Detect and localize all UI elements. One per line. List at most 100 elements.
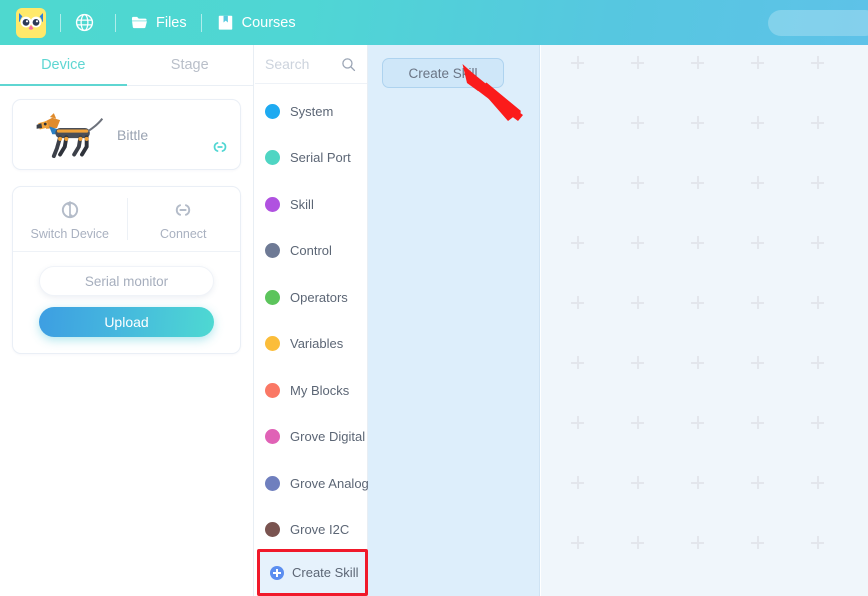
- canvas-grid-marker: [751, 416, 764, 429]
- category-color-dot: [265, 243, 280, 259]
- create-skill-button[interactable]: Create Skill: [382, 58, 504, 88]
- category-item-variables[interactable]: Variables: [255, 321, 367, 368]
- search-box[interactable]: [255, 45, 367, 84]
- header-item-globe[interactable]: [75, 0, 101, 45]
- plus-circle-icon: [270, 565, 284, 580]
- canvas-grid-marker: [571, 356, 584, 369]
- robot-dog-icon: [36, 112, 104, 158]
- header-divider-3: [200, 13, 202, 32]
- category-item-grove-analog[interactable]: Grove Analog: [255, 460, 369, 507]
- canvas-grid-marker: [691, 476, 704, 489]
- device-controls-row: Switch Device Connect: [13, 187, 240, 252]
- tab-stage-label: Stage: [170, 57, 209, 73]
- left-panel: Device Stage Bittle Switch Device Connec…: [0, 45, 254, 596]
- category-color-dot: [265, 336, 280, 352]
- category-item-label: Grove I2C: [290, 522, 350, 538]
- serial-monitor-label: Serial monitor: [84, 273, 169, 289]
- switch-device-label: Switch Device: [30, 227, 110, 241]
- category-item-label: Skill: [290, 196, 314, 212]
- canvas-grid-marker: [811, 476, 824, 489]
- tab-stage[interactable]: Stage: [127, 45, 254, 85]
- link-icon: [213, 142, 227, 152]
- category-item-grove-digital[interactable]: Grove Digital: [255, 414, 367, 461]
- block-palette-area: Create Skill: [368, 45, 540, 596]
- header-divider-1: [60, 13, 61, 32]
- serial-monitor-button[interactable]: Serial monitor: [39, 266, 214, 296]
- category-color-dot: [265, 475, 280, 491]
- category-color-dot: [265, 382, 280, 398]
- connect-button[interactable]: Connect: [126, 187, 241, 251]
- canvas-grid-marker: [631, 296, 644, 309]
- canvas-grid-marker: [811, 296, 824, 309]
- canvas-grid-marker: [811, 416, 824, 429]
- canvas-grid-marker: [751, 296, 764, 309]
- canvas-grid-marker: [571, 536, 584, 549]
- canvas-grid-marker: [751, 236, 764, 249]
- canvas-grid-marker: [811, 236, 824, 249]
- device-image: [21, 107, 107, 163]
- canvas-grid-marker: [631, 176, 644, 189]
- canvas-grid-marker: [631, 536, 644, 549]
- category-item-label: Control: [290, 243, 332, 259]
- canvas-grid-marker: [691, 356, 704, 369]
- canvas-grid-marker: [811, 56, 824, 69]
- canvas-grid-marker: [751, 356, 764, 369]
- app-window: Files Courses Device Stage Bittle Switch…: [0, 0, 868, 596]
- category-item-label: Variables: [290, 336, 344, 352]
- folder-icon: [131, 16, 147, 29]
- category-column: System Serial Port Skill Control Operators Va…: [255, 45, 369, 596]
- canvas-grid-marker: [751, 536, 764, 549]
- canvas-grid-marker: [571, 476, 584, 489]
- account-pill[interactable]: [768, 10, 868, 36]
- owl-logo[interactable]: [16, 7, 46, 38]
- swap-icon: [61, 201, 78, 219]
- canvas-grid-marker: [811, 356, 824, 369]
- category-item-label: Grove Analog: [290, 475, 369, 491]
- canvas-grid-marker: [571, 116, 584, 129]
- category-item-grove-i2c[interactable]: Grove I2C: [255, 507, 367, 554]
- panel-tabs: Device Stage: [0, 45, 253, 86]
- category-item-serial-port[interactable]: Serial Port: [255, 135, 367, 182]
- owl-logo-icon: [19, 12, 43, 35]
- canvas-grid-marker: [811, 116, 824, 129]
- tab-device-label: Device: [41, 57, 86, 73]
- canvas-grid-marker: [751, 476, 764, 489]
- upload-button[interactable]: Upload: [39, 307, 214, 337]
- device-card[interactable]: Bittle: [12, 99, 241, 170]
- search-icon[interactable]: [340, 56, 357, 73]
- canvas-grid-marker: [631, 356, 644, 369]
- category-list: System Serial Port Skill Control Operators Va…: [255, 84, 369, 554]
- header-divider-2: [115, 13, 116, 32]
- sidebar-item-create-skill[interactable]: Create Skill: [257, 549, 368, 596]
- category-item-label: My Blocks: [290, 382, 350, 398]
- canvas-grid-marker: [631, 476, 644, 489]
- canvas-grid-marker: [691, 416, 704, 429]
- canvas-grid-marker: [691, 536, 704, 549]
- category-item-system[interactable]: System: [255, 88, 367, 135]
- canvas-grid-marker: [631, 416, 644, 429]
- canvas-grid-marker: [631, 116, 644, 129]
- create-skill-item-label: Create Skill: [292, 565, 359, 580]
- category-color-dot: [265, 289, 280, 305]
- device-link-status-icon[interactable]: [209, 136, 231, 163]
- category-item-control[interactable]: Control: [255, 228, 367, 275]
- category-color-dot: [265, 429, 280, 445]
- tab-device[interactable]: Device: [0, 45, 127, 86]
- header-item-files[interactable]: Files: [130, 0, 187, 45]
- header-item-courses[interactable]: Courses: [216, 0, 296, 45]
- category-item-skill[interactable]: Skill: [255, 181, 367, 228]
- canvas-grid-marker: [751, 116, 764, 129]
- app-header: Files Courses: [0, 0, 868, 45]
- upload-label: Upload: [104, 314, 149, 330]
- category-color-dot: [265, 522, 280, 538]
- book-icon: [218, 15, 232, 30]
- category-item-label: Grove Digital: [290, 429, 366, 445]
- header-item-courses-label: Courses: [241, 14, 296, 31]
- canvas-grid-marker: [571, 296, 584, 309]
- category-item-operators[interactable]: Operators: [255, 274, 367, 321]
- category-item-my-blocks[interactable]: My Blocks: [255, 367, 367, 414]
- switch-device-button[interactable]: Switch Device: [13, 187, 127, 251]
- canvas-grid-marker: [691, 116, 704, 129]
- search-input[interactable]: [265, 56, 334, 72]
- workspace-canvas[interactable]: [541, 45, 868, 596]
